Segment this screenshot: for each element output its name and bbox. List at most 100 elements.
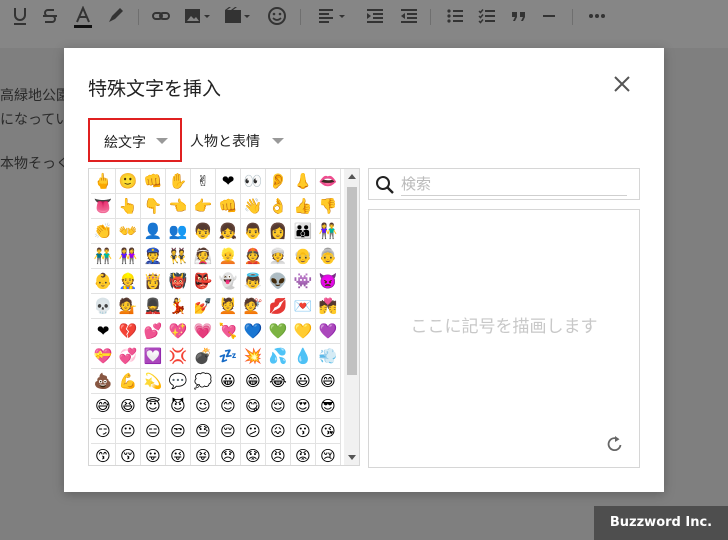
emoji-cell[interactable]: 💤 — [216, 344, 241, 369]
emoji-cell[interactable]: ✋ — [166, 169, 191, 194]
emoji-cell[interactable]: 💦 — [266, 344, 291, 369]
emoji-cell[interactable]: 😆 — [116, 394, 141, 419]
emoji-cell[interactable]: 👀 — [241, 169, 266, 194]
emoji-cell[interactable]: 💘 — [216, 319, 241, 344]
emoji-cell[interactable]: 👃 — [291, 169, 316, 194]
image-icon[interactable] — [182, 6, 212, 28]
emoji-cell[interactable]: 👈 — [166, 194, 191, 219]
text-color-icon[interactable] — [72, 6, 94, 28]
emoji-cell[interactable]: 😕 — [241, 419, 266, 444]
emoji-cell[interactable]: 💜 — [316, 319, 341, 344]
scroll-down-icon[interactable] — [348, 455, 356, 460]
emoji-cell[interactable]: 😃 — [291, 369, 316, 394]
emoji-cell[interactable]: 💃 — [166, 294, 191, 319]
emoji-cell[interactable]: 👲 — [241, 244, 266, 269]
refresh-icon[interactable] — [605, 434, 625, 454]
media-icon[interactable] — [222, 6, 252, 28]
emoji-cell[interactable]: 😅 — [91, 394, 116, 419]
emoji-cell[interactable]: 😈 — [166, 394, 191, 419]
emoji-cell[interactable]: 😌 — [266, 394, 291, 419]
emoji-cell[interactable]: 👽 — [266, 269, 291, 294]
emoji-cell[interactable]: 😚 — [116, 444, 141, 465]
emoji-cell[interactable]: 👱 — [216, 244, 241, 269]
emoji-cell[interactable]: 😉 — [191, 394, 216, 419]
emoji-cell[interactable]: ✌ — [191, 169, 216, 194]
drawing-canvas[interactable]: ここに記号を描画します — [368, 209, 640, 468]
emoji-cell[interactable]: 👐 — [116, 219, 141, 244]
emoji-cell[interactable]: 👭 — [116, 244, 141, 269]
emoji-cell[interactable]: 👬 — [91, 244, 116, 269]
emoji-cell[interactable]: 💥 — [241, 344, 266, 369]
emoji-cell[interactable]: 😏 — [91, 419, 116, 444]
more-icon[interactable] — [586, 6, 608, 28]
emoji-cell[interactable]: 👸 — [141, 269, 166, 294]
link-icon[interactable] — [150, 6, 172, 28]
emoji-cell[interactable]: 😠 — [266, 444, 291, 465]
emoji-cell[interactable]: 💆 — [216, 294, 241, 319]
emoji-cell[interactable]: 💖 — [166, 319, 191, 344]
emoji-icon[interactable] — [266, 6, 288, 28]
emoji-cell[interactable]: 👋 — [241, 194, 266, 219]
emoji-cell[interactable]: 😞 — [216, 444, 241, 465]
scrollbar[interactable] — [344, 169, 359, 465]
emoji-cell[interactable]: ❤ — [91, 319, 116, 344]
emoji-cell[interactable]: 💚 — [266, 319, 291, 344]
outdent-icon[interactable] — [398, 6, 420, 28]
emoji-cell[interactable]: 😙 — [91, 444, 116, 465]
emoji-cell[interactable]: 😝 — [191, 444, 216, 465]
emoji-cell[interactable]: 😛 — [141, 444, 166, 465]
emoji-cell[interactable]: 👫 — [316, 219, 341, 244]
emoji-cell[interactable]: 😋 — [241, 394, 266, 419]
emoji-cell[interactable]: 😂 — [266, 369, 291, 394]
emoji-cell[interactable]: 💛 — [291, 319, 316, 344]
emoji-cell[interactable]: 👰 — [191, 244, 216, 269]
checklist-icon[interactable] — [476, 6, 498, 28]
emoji-cell[interactable]: 👻 — [216, 269, 241, 294]
emoji-cell[interactable]: 👴 — [291, 244, 316, 269]
emoji-cell[interactable]: 💙 — [241, 319, 266, 344]
close-icon[interactable] — [610, 72, 634, 96]
emoji-cell[interactable]: 👵 — [316, 244, 341, 269]
scroll-thumb[interactable] — [347, 187, 357, 375]
highlight-icon[interactable] — [104, 6, 126, 28]
emoji-cell[interactable]: 👊 — [141, 169, 166, 194]
emoji-cell[interactable]: 👿 — [316, 269, 341, 294]
emoji-cell[interactable]: 🙂 — [116, 169, 141, 194]
category-dropdown[interactable]: 絵文字 — [88, 118, 182, 162]
emoji-cell[interactable]: 👾 — [291, 269, 316, 294]
indent-icon[interactable] — [364, 6, 386, 28]
align-icon[interactable] — [316, 6, 350, 28]
emoji-cell[interactable]: 👄 — [316, 169, 341, 194]
emoji-cell[interactable]: 😎 — [316, 394, 341, 419]
emoji-cell[interactable]: 💝 — [91, 344, 116, 369]
emoji-cell[interactable]: 💔 — [116, 319, 141, 344]
emoji-cell[interactable]: 👇 — [141, 194, 166, 219]
emoji-cell[interactable]: 👎 — [316, 194, 341, 219]
emoji-cell[interactable]: 💟 — [141, 344, 166, 369]
emoji-cell[interactable]: 😖 — [266, 419, 291, 444]
emoji-cell[interactable]: 😐 — [116, 419, 141, 444]
emoji-cell[interactable]: 💭 — [191, 369, 216, 394]
emoji-cell[interactable]: 😡 — [291, 444, 316, 465]
emoji-cell[interactable]: 👶 — [91, 269, 116, 294]
search-input[interactable] — [401, 173, 627, 196]
scroll-up-icon[interactable] — [348, 174, 356, 179]
strikethrough-icon[interactable] — [40, 6, 60, 28]
emoji-cell[interactable]: 😓 — [191, 419, 216, 444]
bullet-list-icon[interactable] — [444, 6, 466, 28]
emoji-cell[interactable]: 👂 — [266, 169, 291, 194]
emoji-cell[interactable]: 💌 — [291, 294, 316, 319]
emoji-cell[interactable]: 👍 — [291, 194, 316, 219]
emoji-cell[interactable]: 😢 — [316, 444, 341, 465]
emoji-cell[interactable]: 😁 — [241, 369, 266, 394]
emoji-cell[interactable]: 😑 — [141, 419, 166, 444]
emoji-cell[interactable]: 👤 — [141, 219, 166, 244]
emoji-cell[interactable]: 👌 — [266, 194, 291, 219]
emoji-cell[interactable]: 😘 — [316, 419, 341, 444]
emoji-cell[interactable]: 💇 — [241, 294, 266, 319]
emoji-cell[interactable]: 💬 — [166, 369, 191, 394]
emoji-cell[interactable]: 💢 — [166, 344, 191, 369]
emoji-cell[interactable]: 💋 — [266, 294, 291, 319]
emoji-cell[interactable]: 👧 — [216, 219, 241, 244]
emoji-cell[interactable]: 💀 — [91, 294, 116, 319]
